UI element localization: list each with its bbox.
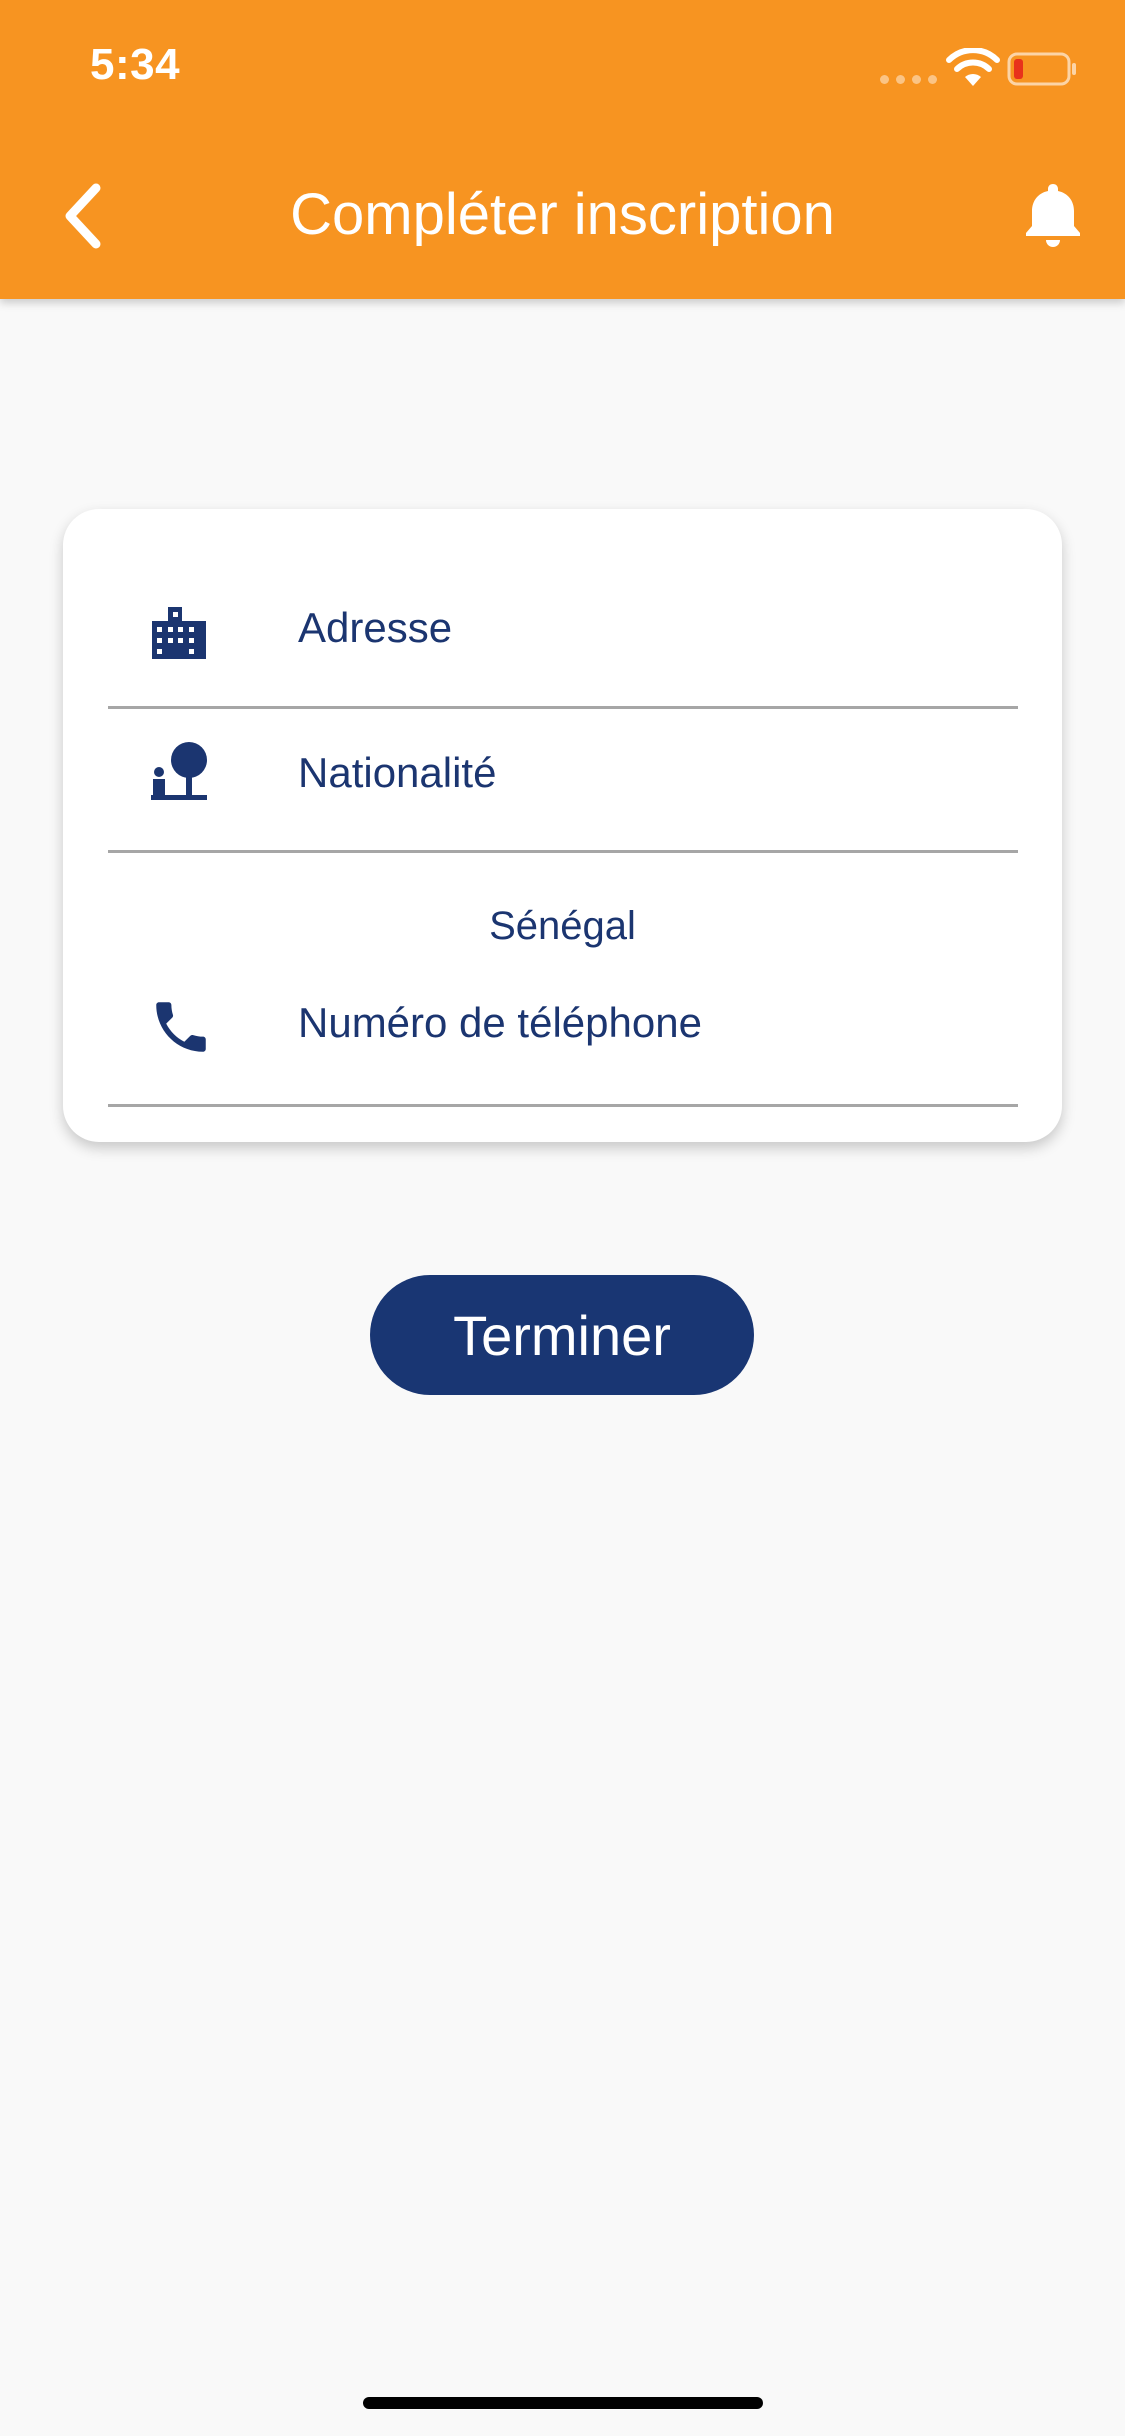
phone-label: Numéro de téléphone (298, 999, 702, 1046)
wifi-icon (946, 48, 1000, 86)
battery-icon (1007, 52, 1076, 86)
home-indicator[interactable] (363, 2397, 763, 2409)
phone-field[interactable]: Numéro de téléphone (108, 954, 1018, 1107)
country-value[interactable]: Sénégal (63, 904, 1062, 949)
bell-icon[interactable] (1018, 180, 1088, 250)
address-label: Adresse (298, 604, 453, 651)
finish-button[interactable]: Terminer (370, 1275, 754, 1395)
address-field[interactable]: Adresse (108, 554, 1018, 709)
page-title: Compléter inscription (290, 182, 835, 247)
cellular-signal-icon (880, 75, 937, 84)
status-time: 5:34 (90, 40, 181, 89)
nationality-underline (108, 850, 1018, 853)
building-icon (152, 607, 206, 659)
app-bar: 5:34 Compléter inscription (0, 0, 1125, 299)
nationality-label: Nationalité (298, 749, 497, 796)
nationality-field[interactable]: Nationalité (108, 699, 1018, 853)
registration-form-card: Adresse Nationalité Sénégal Numéro de té… (63, 509, 1062, 1142)
park-bench-icon (151, 742, 207, 800)
phone-icon (156, 1002, 206, 1052)
phone-underline (108, 1104, 1018, 1107)
